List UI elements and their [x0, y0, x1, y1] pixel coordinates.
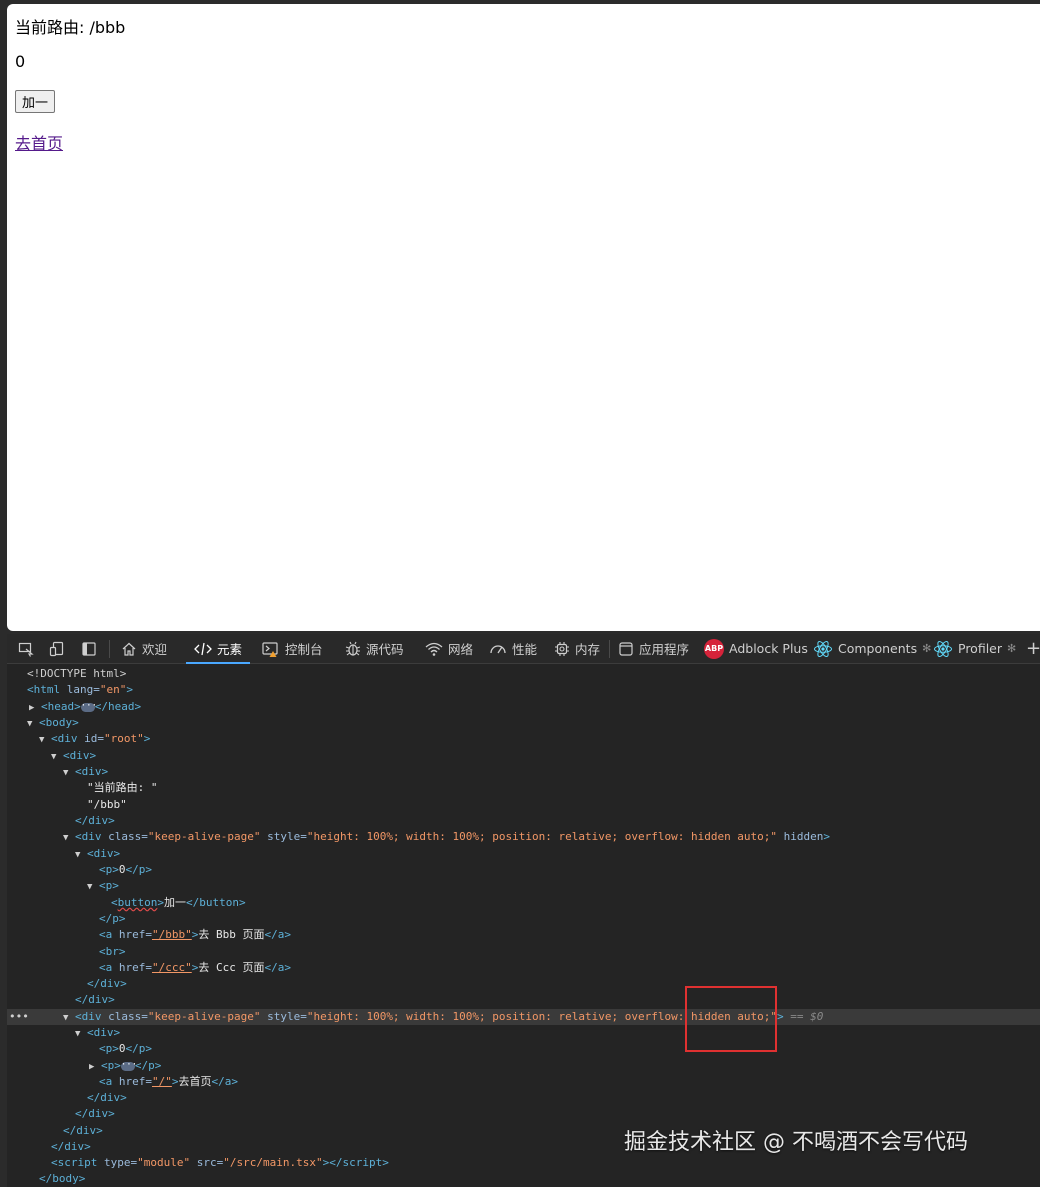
- tree-node-html[interactable]: <html lang="en">: [7, 682, 1040, 698]
- devtools-tab-bar: 欢迎 元素 控制台 源代码 网络 性能 内存 应用程序 ABP Adblock …: [7, 634, 1040, 664]
- tree-node-div[interactable]: ▼ <div>: [7, 1025, 1040, 1041]
- bug-icon: [345, 641, 361, 656]
- device-emulation-icon[interactable]: [47, 639, 67, 659]
- collapse-arrow-icon[interactable]: ▼: [63, 765, 75, 781]
- tree-node-a[interactable]: <a href="/">去首页</a>: [7, 1074, 1040, 1090]
- collapse-arrow-icon[interactable]: ▼: [75, 847, 87, 863]
- tree-node-close-div[interactable]: </div>: [7, 1090, 1040, 1106]
- tab-label: Adblock Plus: [729, 641, 808, 656]
- tree-node-a[interactable]: <a href="/ccc">去 Ccc 页面</a>: [7, 960, 1040, 976]
- tab-sources[interactable]: 源代码: [345, 634, 404, 663]
- tree-node-close-div[interactable]: </div>: [7, 813, 1040, 829]
- tree-node-br[interactable]: <br>: [7, 944, 1040, 960]
- page-viewport: 当前路由: /bbb 0 加一 去首页: [7, 4, 1040, 631]
- highlight-annotation-box: [685, 986, 777, 1052]
- inspect-element-icon[interactable]: [16, 639, 36, 659]
- tab-application[interactable]: 应用程序: [618, 634, 689, 663]
- tree-node-div[interactable]: ▼ <div>: [7, 748, 1040, 764]
- ellipsis-icon[interactable]: ···: [120, 1060, 137, 1071]
- console-warning-icon: [262, 641, 280, 657]
- collapse-arrow-icon[interactable]: ▼: [51, 749, 63, 765]
- tree-node-doctype[interactable]: <!DOCTYPE html>: [7, 666, 1040, 682]
- home-icon: [122, 642, 136, 656]
- tree-node-close-p[interactable]: </p>: [7, 911, 1040, 927]
- code-icon: [194, 642, 212, 655]
- tree-node-close-div[interactable]: </div>: [7, 992, 1040, 1008]
- ellipsis-icon[interactable]: ···: [80, 701, 97, 712]
- tree-node-body[interactable]: ▼ <body>: [7, 715, 1040, 731]
- expand-arrow-icon[interactable]: ▶: [89, 1059, 101, 1075]
- react-icon: [814, 640, 832, 657]
- dock-side-icon[interactable]: [79, 639, 99, 659]
- tab-label: 应用程序: [639, 642, 690, 657]
- tree-node-a[interactable]: <a href="/bbb">去 Bbb 页面</a>: [7, 927, 1040, 943]
- tab-adblock-plus[interactable]: ABP Adblock Plus: [704, 634, 808, 663]
- app-icon: [619, 641, 633, 656]
- tab-performance[interactable]: 性能: [489, 634, 537, 663]
- collapse-arrow-icon[interactable]: ▼: [27, 716, 39, 732]
- chip-icon: [555, 641, 569, 656]
- collapse-arrow-icon[interactable]: ▼: [75, 1026, 87, 1042]
- abp-icon: ABP: [704, 638, 724, 659]
- tree-node-close-div[interactable]: </div>: [7, 1106, 1040, 1122]
- settings-dot-icon: ✻: [1007, 642, 1017, 655]
- tree-node-text[interactable]: "当前路由: ": [7, 780, 1040, 796]
- wifi-icon: [425, 642, 443, 656]
- tab-label: 网络: [448, 642, 474, 657]
- tree-node-p[interactable]: <p>0</p>: [7, 862, 1040, 878]
- increment-button[interactable]: 加一: [15, 90, 56, 113]
- tree-node-p[interactable]: <p>0</p>: [7, 1041, 1040, 1057]
- tree-node-keep-alive-hidden[interactable]: ▼ <div class="keep-alive-page" style="hei…: [7, 829, 1040, 845]
- more-options-icon[interactable]: •••: [9, 1009, 29, 1025]
- tree-node-head[interactable]: ▶ <head>···</head>: [7, 699, 1040, 715]
- tab-elements[interactable]: 元素: [185, 634, 251, 664]
- tab-profiler[interactable]: Profiler ✻: [933, 634, 1016, 663]
- more-tabs-button[interactable]: +: [1026, 634, 1040, 663]
- tree-node-keep-alive-visible[interactable]: ••• ▼ <div class="keep-alive-page" style="…: [7, 1009, 1040, 1025]
- elements-tree: <!DOCTYPE html> <html lang="en"> ▶ <head>…: [7, 664, 1040, 1187]
- gauge-icon: [490, 644, 506, 653]
- tree-node-button[interactable]: <button>加一</button>: [7, 895, 1040, 911]
- tree-node-root-div[interactable]: ▼ <div id="root">: [7, 731, 1040, 747]
- tree-node-div[interactable]: ▼ <div>: [7, 764, 1040, 780]
- settings-dot-icon: ✻: [922, 642, 932, 655]
- home-link[interactable]: 去首页: [15, 130, 63, 154]
- tab-components[interactable]: Components ✻: [813, 634, 931, 663]
- tree-node-div[interactable]: ▼ <div>: [7, 846, 1040, 862]
- collapse-arrow-icon[interactable]: ▼: [87, 879, 99, 895]
- tab-label: 源代码: [366, 642, 404, 657]
- tree-node-p[interactable]: ▼ <p>: [7, 878, 1040, 894]
- tab-label: Profiler: [958, 641, 1003, 656]
- tab-label: 性能: [512, 642, 538, 657]
- tree-node-close-body[interactable]: </body>: [7, 1171, 1040, 1187]
- tree-node-text[interactable]: "/bbb": [7, 797, 1040, 813]
- tab-label: 内存: [575, 642, 601, 657]
- tab-network[interactable]: 网络: [425, 634, 473, 663]
- tab-memory[interactable]: 内存: [554, 634, 600, 663]
- react-icon: [934, 640, 952, 657]
- tab-label: 元素: [217, 642, 243, 657]
- collapse-arrow-icon[interactable]: ▼: [63, 830, 75, 846]
- expand-arrow-icon[interactable]: ▶: [29, 700, 41, 716]
- tab-label: Components: [838, 641, 918, 656]
- tab-console[interactable]: 控制台: [262, 634, 323, 663]
- tree-node-close-div[interactable]: </div>: [7, 976, 1040, 992]
- current-route-text: 当前路由: /bbb: [15, 18, 126, 37]
- tree-node-p-collapsed[interactable]: ▶ <p>···</p>: [7, 1058, 1040, 1074]
- watermark: 掘金技术社区 @ 不喝酒不会写代码: [624, 1130, 968, 1155]
- collapse-arrow-icon[interactable]: ▼: [39, 732, 51, 748]
- counter-value: 0: [15, 52, 26, 71]
- tree-node-script[interactable]: <script type="module" src="/src/main.tsx…: [7, 1155, 1040, 1171]
- collapse-arrow-icon[interactable]: ▼: [63, 1010, 75, 1026]
- tab-welcome[interactable]: 欢迎: [121, 634, 167, 663]
- tab-label: 控制台: [285, 642, 323, 657]
- tab-label: 欢迎: [142, 642, 168, 657]
